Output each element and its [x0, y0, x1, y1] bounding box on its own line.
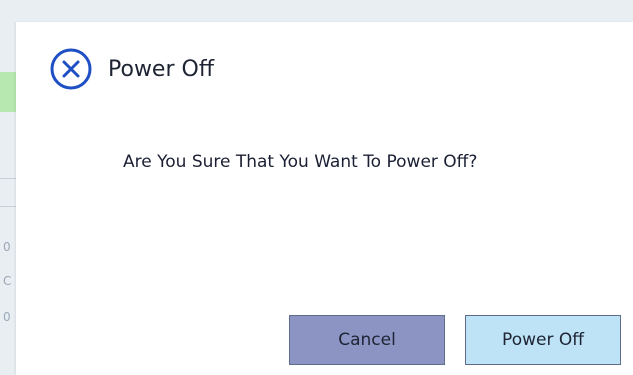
background-divider — [0, 206, 16, 207]
confirmation-message: Are You Sure That You Want To Power Off? — [123, 152, 478, 172]
background-text: C — [3, 274, 12, 288]
dialog-title: Power Off — [108, 56, 214, 82]
power-off-dialog: Power Off Are You Sure That You Want To … — [16, 22, 633, 375]
power-off-button[interactable]: Power Off — [465, 315, 621, 365]
cancel-button[interactable]: Cancel — [289, 315, 445, 365]
background-divider — [0, 178, 16, 179]
dialog-title-row: Power Off — [48, 44, 214, 94]
background-text: 0 — [3, 310, 11, 324]
background-text: 0 — [3, 240, 11, 254]
close-circle-icon[interactable] — [48, 46, 94, 92]
